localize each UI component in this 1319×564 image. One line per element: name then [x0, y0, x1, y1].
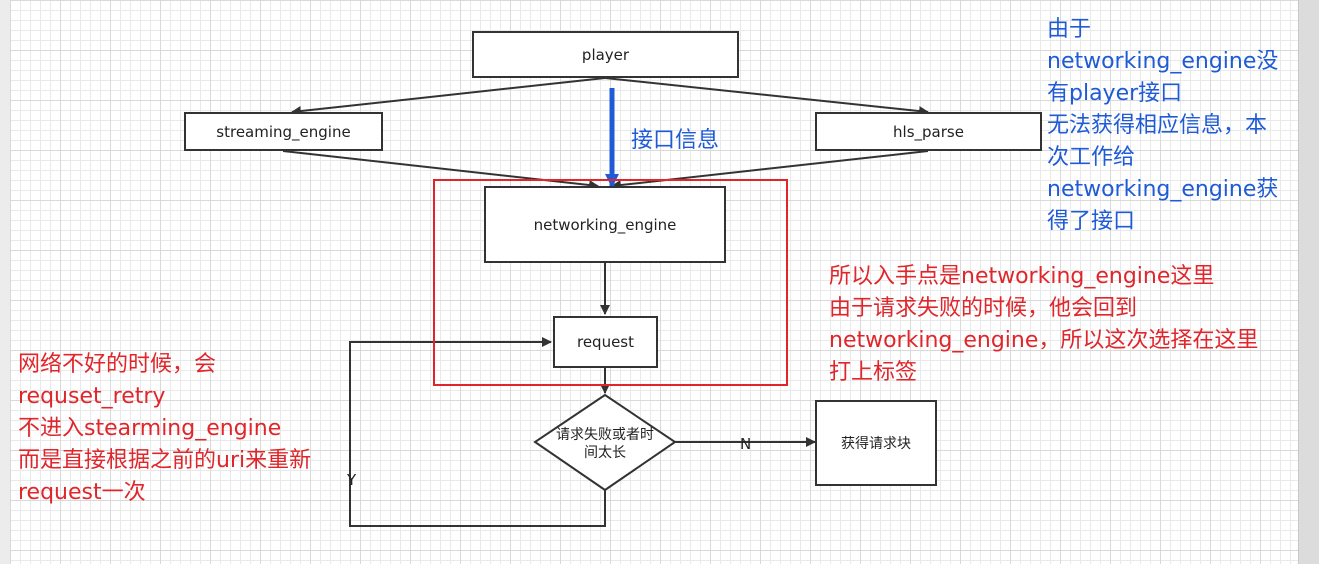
streaming-engine-label: streaming_engine — [216, 122, 351, 141]
middle-right-note: 所以入手点是networking_engine这里 由于请求失败的时候，他会回到… — [829, 261, 1258, 389]
note-line: networking_engine获 — [1047, 177, 1279, 202]
streaming-engine-node[interactable]: streaming_engine — [184, 112, 383, 151]
note-line: request一次 — [18, 480, 146, 505]
get-block-label: 获得请求块 — [841, 436, 911, 452]
decision-line-1: 请求失败或者时 — [556, 427, 654, 443]
hls-parse-label: hls_parse — [893, 122, 964, 141]
decision-line-2: 间太长 — [584, 445, 626, 461]
note-line: 由于请求失败的时候，他会回到 — [829, 296, 1138, 321]
note-line: 而是直接根据之前的uri来重新 — [18, 448, 312, 473]
interface-info-label: 接口信息 — [631, 128, 720, 153]
request-label: request — [576, 333, 635, 351]
note-line: 不进入stearming_engine — [18, 416, 282, 441]
note-line: networking_engine，所以这次选择在这里 — [829, 328, 1259, 353]
note-line: 打上标签 — [829, 360, 918, 385]
decision-text: 请求失败或者时 间太长 — [535, 426, 675, 462]
note-line: 次工作给 — [1047, 145, 1136, 170]
edge-player-streaming — [291, 77, 606, 116]
left-note: 网络不好的时候，会 requset_retry 不进入stearming_eng… — [18, 349, 311, 509]
top-right-note: 由于 networking_engine没 有player接口 无法获得相应信息… — [1047, 14, 1278, 238]
edge-label-yes: Y — [347, 471, 357, 489]
note-line: 由于 — [1047, 17, 1092, 42]
diagram-canvas: player streaming_engine hls_parse networ… — [0, 0, 1319, 564]
edge-label-no: N — [740, 435, 752, 453]
note-line: 有player接口 — [1047, 81, 1183, 106]
note-line: requset_retry — [18, 384, 166, 409]
request-node[interactable]: request — [553, 316, 658, 368]
note-line: 网络不好的时候，会 — [18, 352, 217, 377]
note-line: 所以入手点是networking_engine这里 — [829, 264, 1215, 289]
networking-engine-label: networking_engine — [533, 215, 677, 234]
hls-parse-node[interactable]: hls_parse — [815, 112, 1042, 151]
edge-player-hls — [604, 77, 929, 117]
note-line: 得了接口 — [1047, 209, 1136, 234]
note-line: 无法获得相应信息，本 — [1047, 113, 1268, 138]
player-label: player — [581, 45, 630, 64]
player-node[interactable]: player — [472, 31, 739, 78]
note-line: networking_engine没 — [1047, 49, 1279, 74]
networking-engine-node[interactable]: networking_engine — [484, 186, 726, 263]
get-block-node[interactable]: 获得请求块 — [815, 400, 937, 486]
